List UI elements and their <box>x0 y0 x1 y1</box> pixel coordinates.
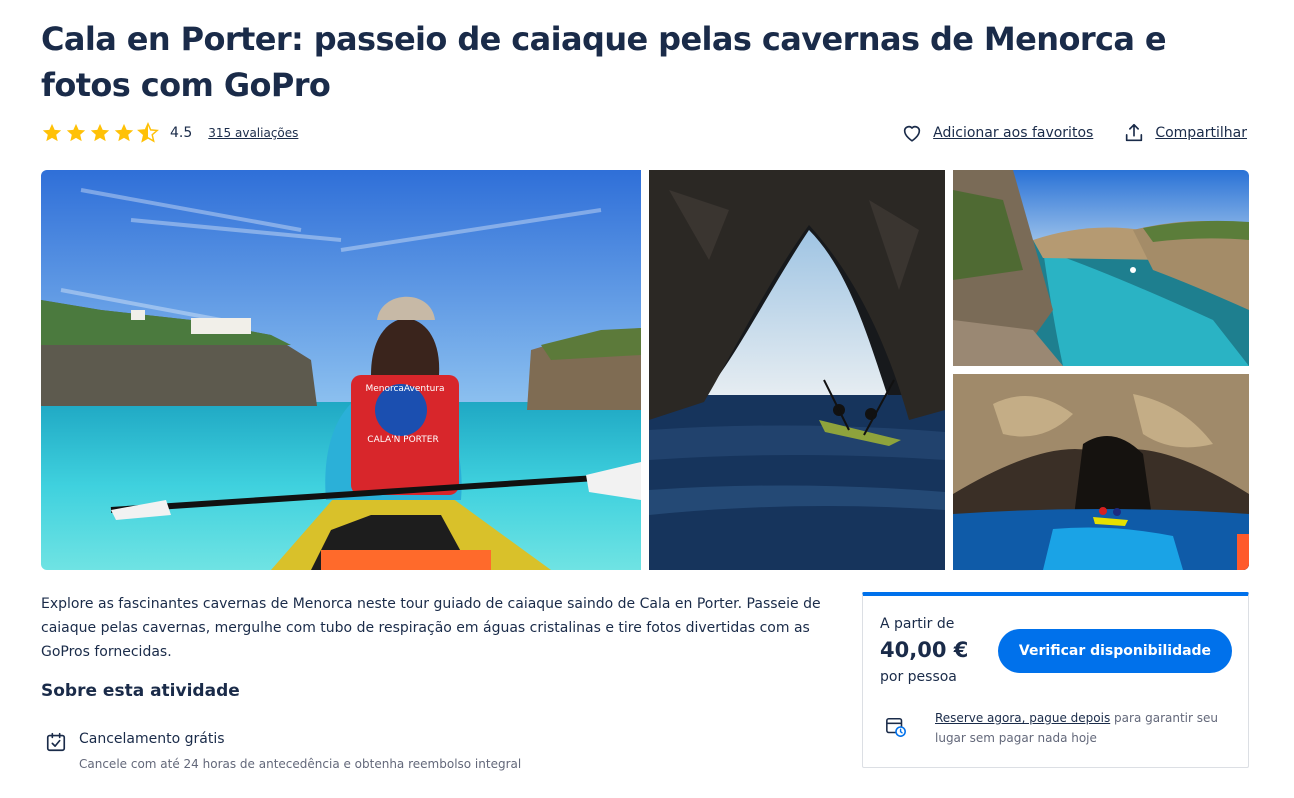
feature-subtitle: Cancele com até 24 horas de antecedência… <box>79 757 522 771</box>
add-to-favorites-button[interactable]: Adicionar aos favoritos <box>901 122 1093 144</box>
calendar-clock-icon <box>886 717 906 737</box>
rating-summary: 4.5 315 avaliações <box>41 120 298 146</box>
favorite-label: Adicionar aos favoritos <box>933 125 1094 141</box>
feature-title: Cancelamento grátis <box>79 731 225 747</box>
activity-description: Explore as fascinantes cavernas de Menor… <box>41 596 821 660</box>
share-icon <box>1126 123 1143 142</box>
cala-inlet-photo[interactable] <box>953 170 1249 366</box>
reserve-now-text: Reserve agora, pague depois para garanti… <box>935 708 1235 748</box>
sea-cave-arch-photo[interactable] <box>649 170 945 570</box>
half-star-icon <box>137 122 159 143</box>
vest-location-text: CALA'N PORTER <box>367 435 438 445</box>
star-icon <box>114 123 134 142</box>
kayaker-in-red-life-vest-photo[interactable]: MenorcaAventura CALA'N PORTER <box>41 170 641 570</box>
about-activity-heading: Sobre esta atividade <box>41 681 240 701</box>
header-actions: Adicionar aos favoritos Compartilhar <box>901 120 1247 146</box>
page-title: Cala en Porter: passeio de caiaque pelas… <box>41 20 1167 104</box>
star-rating <box>41 122 159 144</box>
reserve-now-link[interactable]: Reserve agora, pague depois <box>935 711 1110 725</box>
price-from-label: A partir de <box>880 616 955 632</box>
calendar-check-icon <box>46 732 66 752</box>
star-icon <box>42 123 62 142</box>
check-availability-button[interactable]: Verificar disponibilidade <box>998 629 1232 673</box>
rating-value: 4.5 <box>170 125 193 141</box>
price-per-label: por pessoa <box>880 669 957 685</box>
share-label: Compartilhar <box>1155 125 1247 141</box>
price-value: 40,00 € <box>880 638 969 662</box>
share-button[interactable]: Compartilhar <box>1123 122 1247 144</box>
star-icon <box>90 123 110 142</box>
cave-kayak-photo[interactable] <box>953 374 1249 570</box>
heart-icon <box>903 125 921 142</box>
reviews-link[interactable]: 315 avaliações <box>208 126 298 140</box>
vest-logo-text: MenorcaAventura <box>365 384 444 394</box>
star-icon <box>66 123 86 142</box>
photo-gallery: MenorcaAventura CALA'N PORTER <box>41 170 1249 570</box>
booking-card: A partir de 40,00 € por pessoa Verificar… <box>862 592 1249 768</box>
